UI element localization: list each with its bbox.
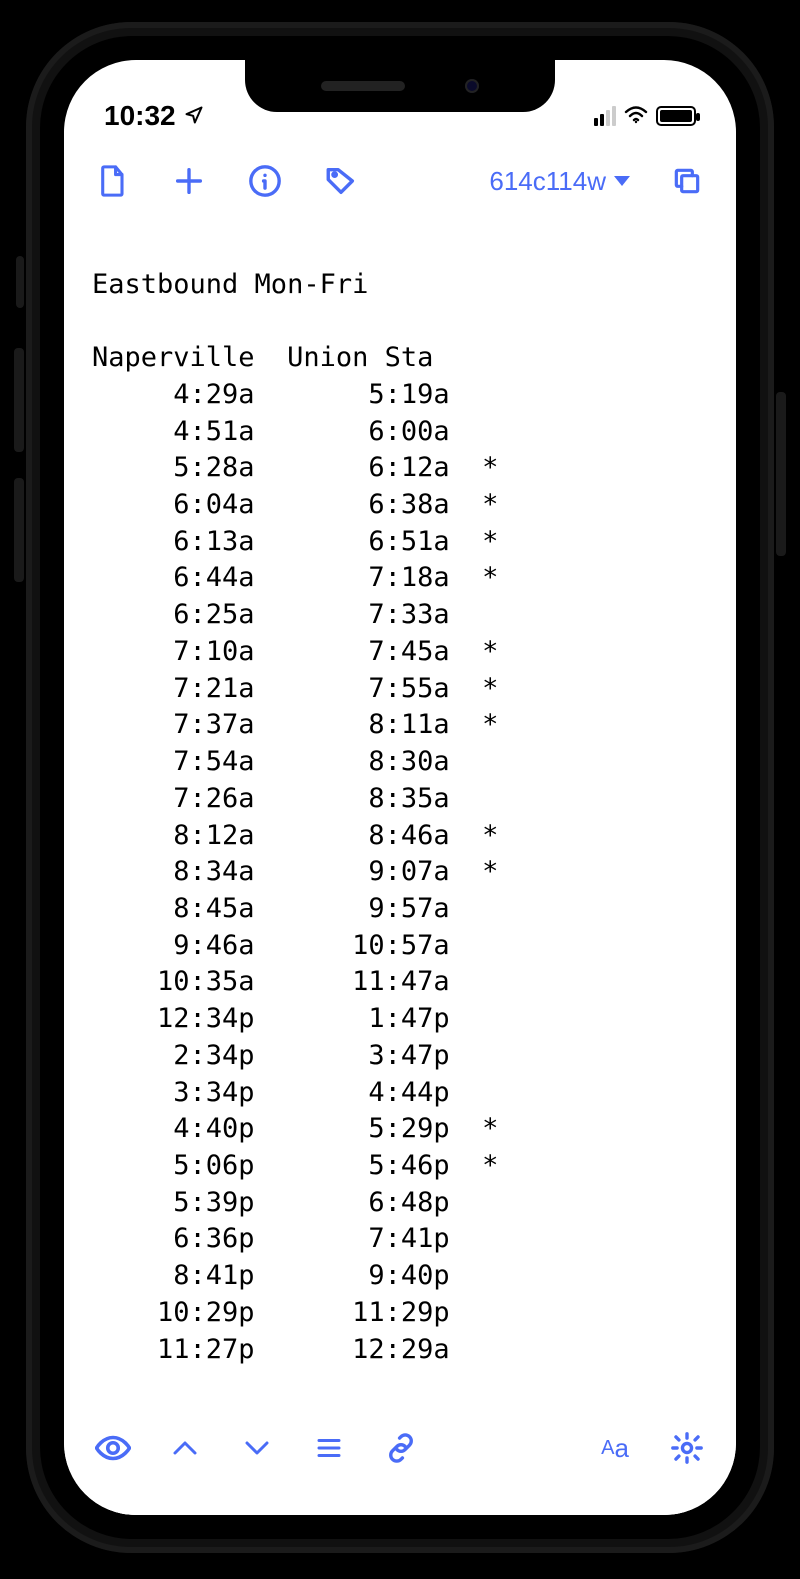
screen: 10:32: [64, 60, 736, 1515]
wifi-icon: [624, 100, 648, 132]
preview-button[interactable]: [94, 1429, 132, 1467]
volume-down-button: [14, 478, 24, 582]
info-button[interactable]: [246, 162, 284, 200]
front-camera: [465, 79, 479, 93]
next-button[interactable]: [238, 1429, 276, 1467]
new-file-button[interactable]: [94, 162, 132, 200]
branch-dropdown[interactable]: 614c114w: [489, 166, 630, 197]
notch: [245, 60, 555, 112]
bottom-toolbar: Aa: [64, 1415, 736, 1515]
status-time: 10:32: [104, 100, 176, 132]
font-button[interactable]: Aa: [596, 1429, 634, 1467]
editor-content[interactable]: Eastbound Mon-Fri Naperville Union Sta 4:…: [64, 218, 736, 1388]
battery-icon: [656, 106, 696, 126]
top-toolbar: 614c114w: [64, 140, 736, 218]
chevron-down-icon: [614, 176, 630, 186]
prev-button[interactable]: [166, 1429, 204, 1467]
phone-frame: 10:32: [26, 22, 774, 1553]
branch-label: 614c114w: [489, 166, 606, 197]
add-button[interactable]: [170, 162, 208, 200]
menu-button[interactable]: [310, 1429, 348, 1467]
location-icon: [184, 100, 204, 132]
home-indicator[interactable]: [290, 1493, 510, 1501]
copy-button[interactable]: [668, 162, 706, 200]
mute-switch: [16, 256, 24, 308]
speaker-grille: [321, 81, 405, 91]
schedule-table: Naperville Union Sta 4:29a 5:19a 4:51a 6…: [92, 340, 708, 1368]
cell-signal-icon: [594, 106, 616, 126]
settings-button[interactable]: [668, 1429, 706, 1467]
tag-button[interactable]: [322, 162, 360, 200]
link-button[interactable]: [382, 1429, 420, 1467]
power-button: [776, 392, 786, 556]
schedule-title: Eastbound Mon-Fri: [92, 267, 708, 304]
volume-up-button: [14, 348, 24, 452]
